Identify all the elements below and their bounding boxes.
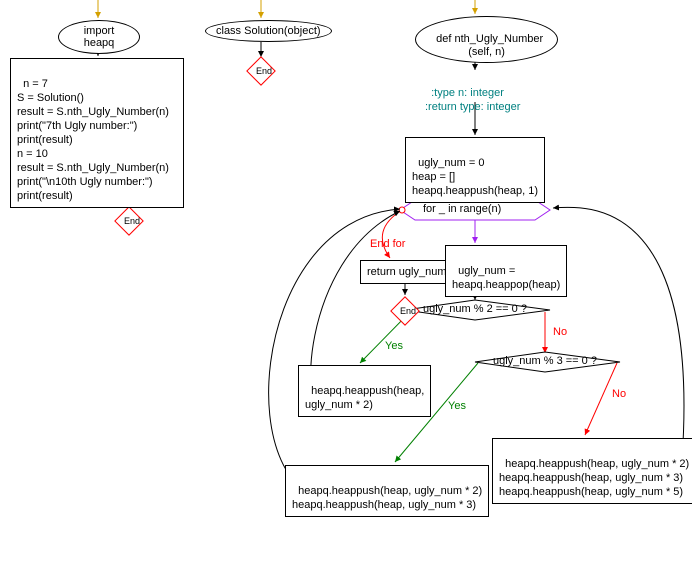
push2-block: heapq.heappush(heap, ugly_num * 2): [298, 365, 431, 417]
docstring-text: :type n: integer :return type: integer: [425, 87, 520, 113]
init-text: ugly_num = 0 heap = [] heapq.heappush(he…: [412, 157, 538, 197]
cond1-diamond: ugly_num % 2 == 0 ?: [423, 303, 527, 315]
import-label: import heapq: [84, 25, 115, 49]
cond2-no: No: [612, 388, 626, 400]
cond1-text: ugly_num % 2 == 0 ?: [423, 303, 527, 315]
push235-text: heapq.heappush(heap, ugly_num * 2) heapq…: [499, 458, 689, 498]
end-label-left: End: [124, 216, 140, 226]
end-label-right: End: [400, 306, 416, 316]
push2-text: heapq.heappush(heap, ugly_num * 2): [305, 385, 424, 411]
init-block: ugly_num = 0 heap = [] heapq.heappush(he…: [405, 137, 545, 203]
pop-block: ugly_num = heapq.heappop(heap): [445, 245, 567, 297]
cond2-text: ugly_num % 3 == 0 ?: [493, 355, 597, 367]
loop-hex: for _ in range(n): [423, 203, 501, 215]
push23-text: heapq.heappush(heap, ugly_num * 2) heapq…: [292, 485, 482, 511]
pop-text: ugly_num = heapq.heappop(heap): [452, 265, 560, 291]
def-label: def nth_Ugly_Number (self, n): [436, 33, 543, 58]
end-marker-right: End: [394, 300, 422, 328]
end-marker-left: End: [118, 210, 146, 238]
return-block: return ugly_num: [360, 260, 454, 284]
push23-block: heapq.heappush(heap, ugly_num * 2) heapq…: [285, 465, 489, 517]
return-text: return ugly_num: [367, 266, 447, 278]
def-ellipse: def nth_Ugly_Number (self, n): [415, 16, 558, 63]
cond1-yes: Yes: [385, 340, 403, 352]
import-ellipse: import heapq: [58, 20, 140, 54]
loop-label: for _ in range(n): [423, 203, 501, 215]
cond2-yes: Yes: [448, 400, 466, 412]
cond1-no: No: [553, 326, 567, 338]
class-ellipse: class Solution(object): [205, 20, 332, 42]
push235-block: heapq.heappush(heap, ugly_num * 2) heapq…: [492, 438, 692, 504]
main-code-text: n = 7 S = Solution() result = S.nth_Ugly…: [17, 78, 169, 202]
end-label-mid: End: [256, 66, 272, 76]
endfor-label: End for: [370, 238, 405, 250]
docstring: :type n: integer :return type: integer: [425, 72, 520, 114]
end-marker-mid: End: [250, 60, 278, 88]
class-label: class Solution(object): [216, 25, 321, 37]
cond2-diamond: ugly_num % 3 == 0 ?: [493, 355, 597, 367]
main-code-block: n = 7 S = Solution() result = S.nth_Ugly…: [10, 58, 184, 208]
